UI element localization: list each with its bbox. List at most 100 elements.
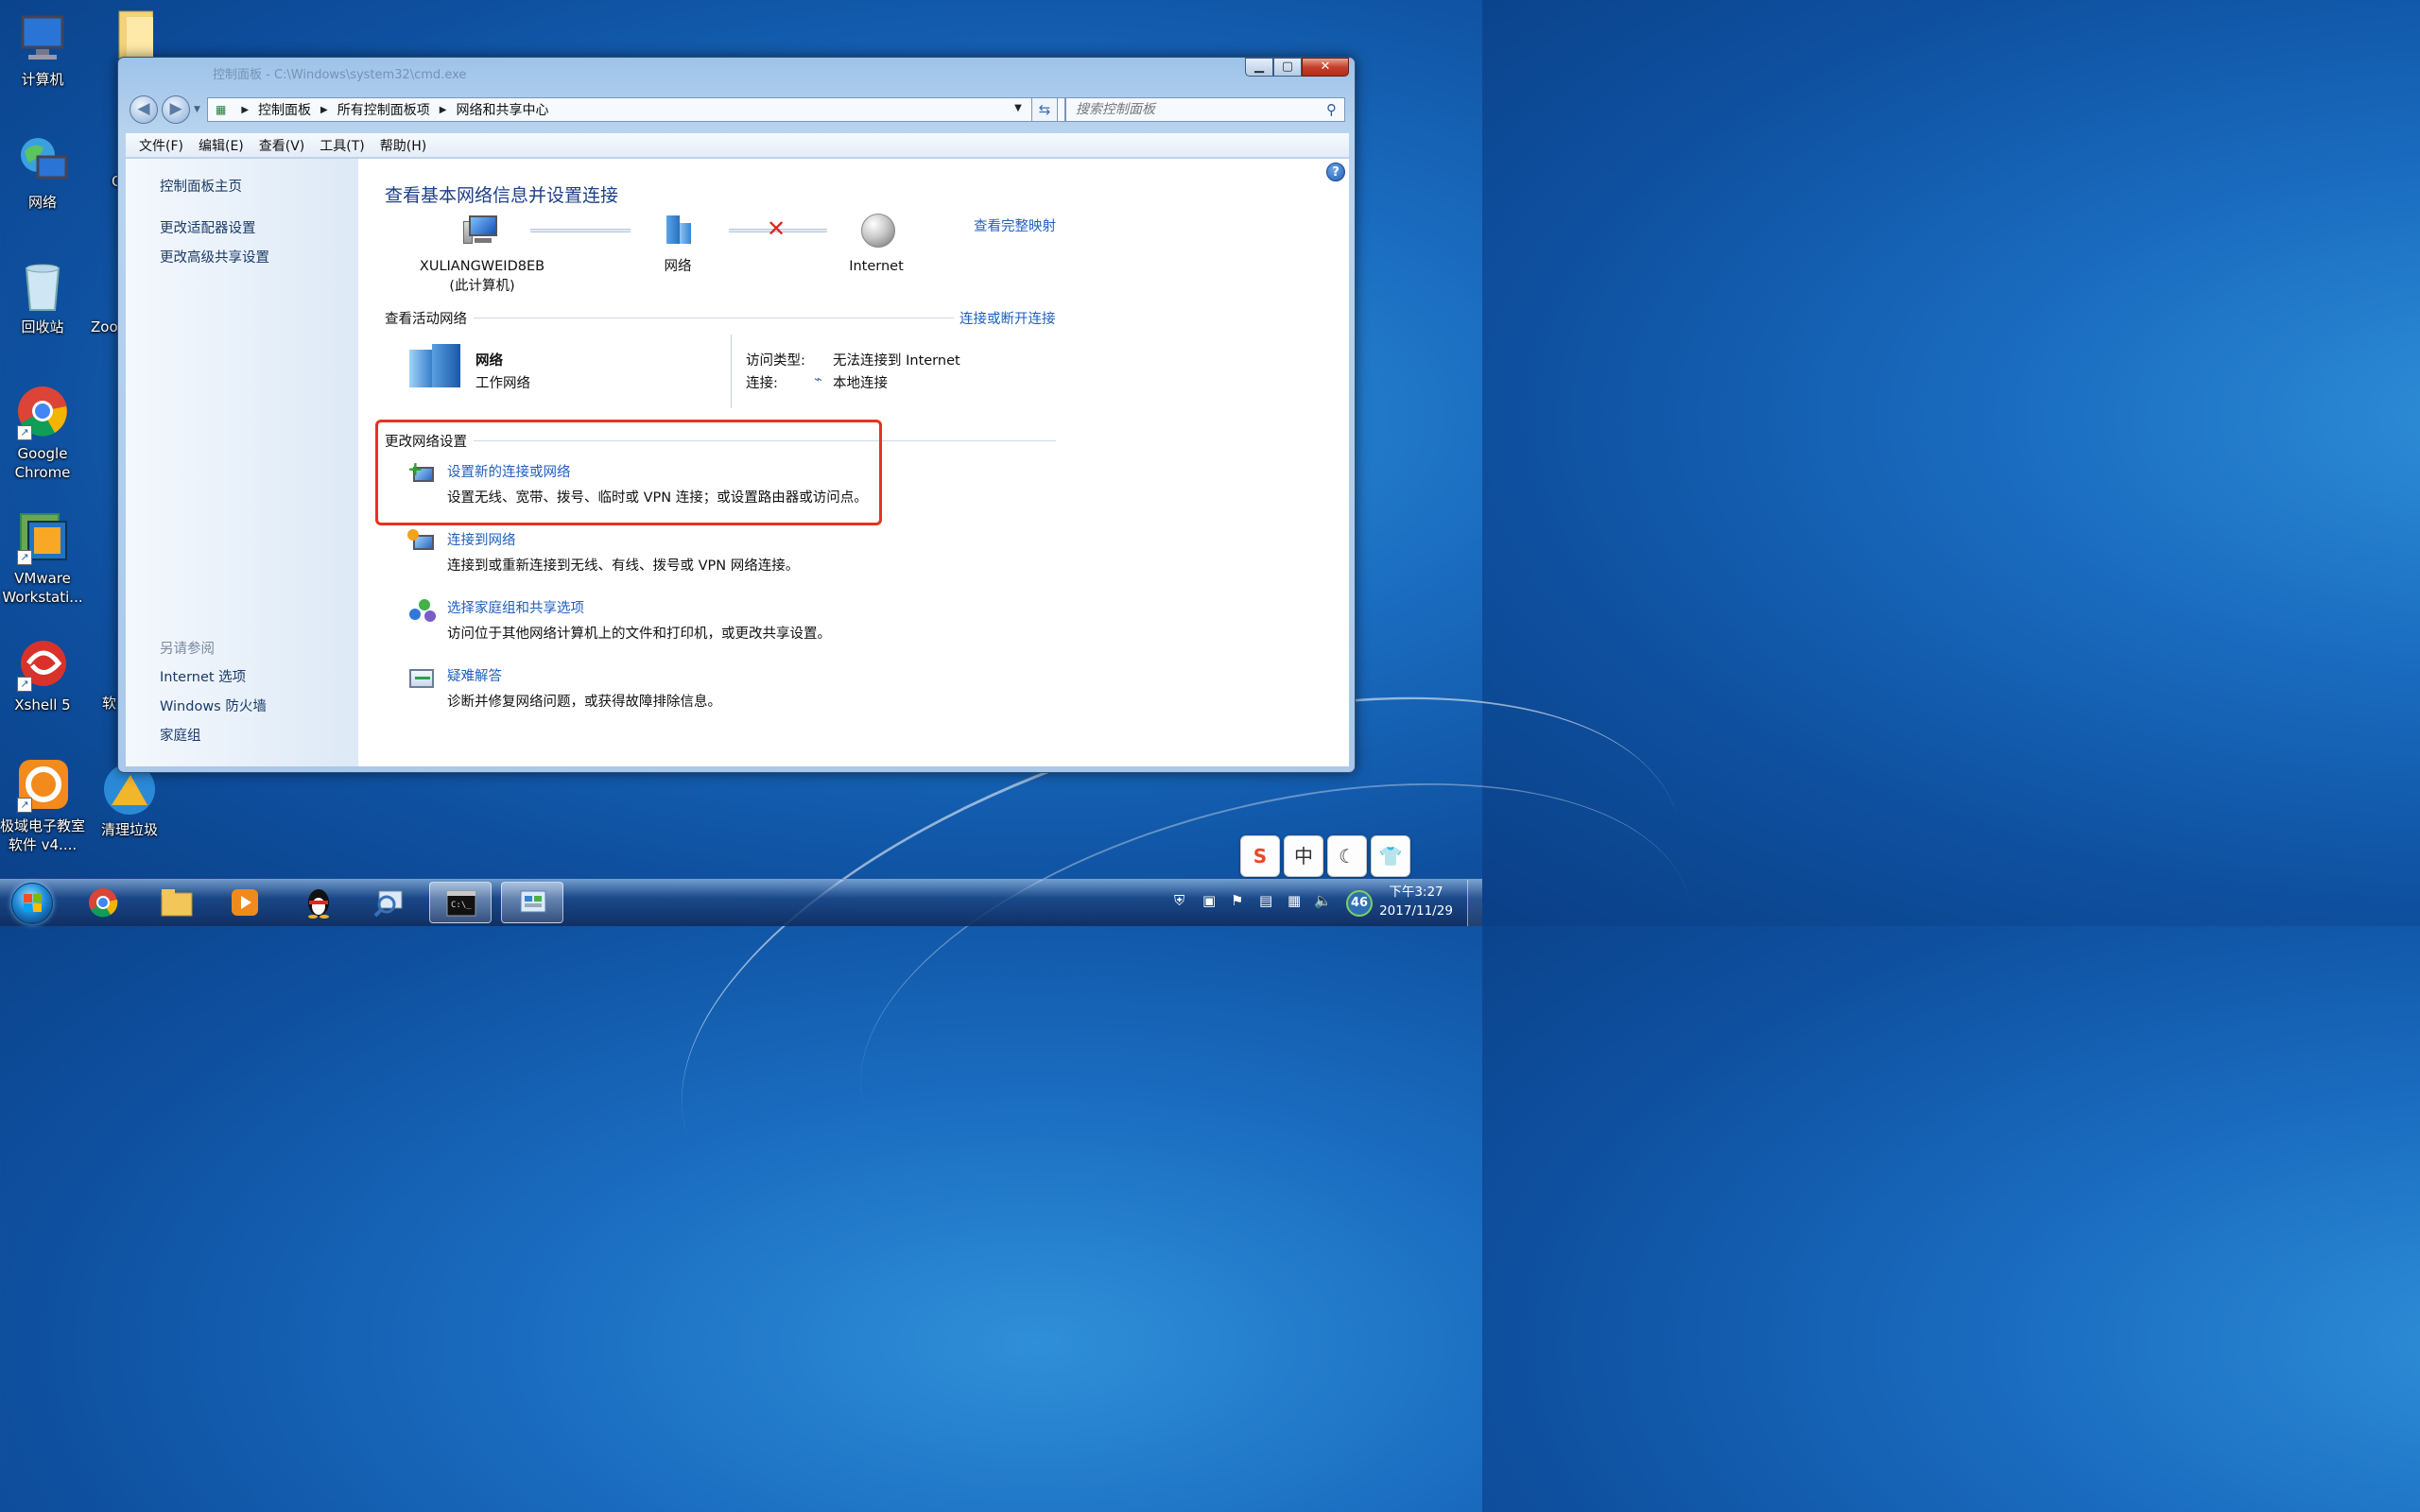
internet-node-label: Internet: [849, 259, 904, 274]
desktop-icon-chrome[interactable]: ↗ Google Chrome: [0, 386, 85, 482]
map-node-network[interactable]: 网络: [640, 212, 716, 277]
recent-pages-chevron-icon[interactable]: ▼: [194, 105, 200, 114]
internet-options-link[interactable]: Internet 选项: [160, 666, 246, 686]
menu-file[interactable]: 文件(F): [131, 136, 191, 155]
task-title[interactable]: 选择家庭组和共享选项: [447, 597, 584, 617]
breadcrumb-network-center[interactable]: 网络和共享中心: [456, 100, 548, 119]
menu-edit[interactable]: 编辑(E): [191, 136, 251, 155]
maximize-button[interactable]: ▢: [1273, 58, 1302, 77]
network-node-label: 网络: [664, 259, 692, 274]
clock-date: 2017/11/29: [1379, 903, 1453, 919]
minimize-button[interactable]: ▁: [1245, 58, 1273, 77]
local-connection-link[interactable]: 本地连接: [833, 372, 888, 392]
breadcrumb-all-items[interactable]: 所有控制面板项: [337, 100, 430, 119]
connections-label: 连接:: [746, 376, 778, 391]
network-disconnected-icon[interactable]: ▦: [1288, 892, 1301, 917]
computer-name: XULIANGWEID8EB: [419, 259, 545, 274]
network-type-link[interactable]: 工作网络: [475, 372, 530, 392]
task-title[interactable]: 连接到网络: [447, 529, 516, 549]
taskbar-media-player[interactable]: [214, 882, 276, 923]
desktop-icon-recycle-bin[interactable]: 回收站: [0, 259, 85, 336]
breadcrumb-separator-icon[interactable]: ▶: [241, 105, 249, 115]
address-dropdown-icon[interactable]: ▼: [1007, 97, 1029, 122]
search-icon[interactable]: ⚲: [1326, 101, 1337, 118]
search-input[interactable]: [1066, 98, 1303, 121]
window-ghost-title: 控制面板 - C:\Windows\system32\cmd.exe: [213, 68, 467, 82]
breadcrumb-separator-icon[interactable]: ▶: [320, 105, 328, 115]
tray-network-icon[interactable]: ▣: [1202, 892, 1216, 917]
menu-help[interactable]: 帮助(H): [372, 136, 434, 155]
taskbar-chrome[interactable]: [72, 882, 134, 923]
desktop-icon-label: VMware Workstati...: [2, 570, 83, 606]
arrow-right-icon: ▶: [169, 99, 182, 118]
cmd-icon: C:\_: [446, 888, 476, 919]
ime-skin-shirt-icon[interactable]: 👕: [1371, 835, 1410, 877]
connect-network-icon: [407, 529, 438, 558]
taskbar-qq[interactable]: [287, 882, 350, 923]
desktop-icon-cleanup[interactable]: 清理垃圾: [87, 762, 172, 839]
volume-icon[interactable]: 🔈: [1314, 892, 1332, 917]
change-adapter-settings-link[interactable]: 更改适配器设置: [160, 217, 256, 237]
tray-device-icon[interactable]: ▤: [1259, 892, 1272, 917]
see-also-heading: 另请参阅: [160, 642, 215, 657]
taskbar-clock[interactable]: 下午3:27 2017/11/29: [1376, 883, 1456, 920]
breadcrumb-control-panel[interactable]: 控制面板: [258, 100, 311, 119]
desktop-icon-xshell[interactable]: ↗ Xshell 5: [0, 637, 85, 714]
network-icon: [15, 134, 70, 189]
ime-chinese-mode-button[interactable]: 中: [1284, 835, 1323, 877]
svg-text:C:\_: C:\_: [451, 901, 472, 910]
map-node-computer[interactable]: XULIANGWEID8EB (此计算机): [419, 212, 545, 297]
ime-punctuation-moon-icon[interactable]: ☾: [1327, 835, 1367, 877]
access-type-value: 无法连接到 Internet: [833, 353, 960, 369]
connection-line: [530, 229, 631, 232]
menu-tools[interactable]: 工具(T): [312, 136, 372, 155]
recycle-bin-icon: [15, 259, 70, 314]
change-advanced-sharing-link[interactable]: 更改高级共享设置: [160, 247, 269, 266]
close-button[interactable]: ✕: [1302, 58, 1349, 77]
task-description: 访问位于其他网络计算机上的文件和打印机，或更改共享设置。: [447, 627, 831, 642]
magnifier-icon: [373, 887, 404, 918]
search-box[interactable]: ⚲: [1065, 97, 1345, 122]
homegroup-link[interactable]: 家庭组: [160, 725, 201, 745]
taskbar-control-panel[interactable]: [501, 882, 563, 923]
windows-logo-icon: [24, 894, 43, 913]
sogou-ime-icon[interactable]: S: [1240, 835, 1280, 877]
windows-firewall-link[interactable]: Windows 防火墙: [160, 696, 267, 715]
tray-badge-46[interactable]: 46: [1346, 890, 1373, 917]
start-button[interactable]: [11, 883, 53, 924]
back-button[interactable]: ◀: [130, 95, 158, 124]
taskbar-cmd[interactable]: C:\_: [429, 882, 492, 923]
connect-disconnect-link[interactable]: 连接或断开连接: [959, 308, 1056, 328]
desktop-icon-label: 回收站: [21, 318, 64, 335]
see-full-map-link[interactable]: 查看完整映射: [974, 215, 1056, 235]
computer-subtitle: (此计算机): [449, 279, 515, 294]
disconnected-x-icon[interactable]: ✕: [767, 215, 786, 242]
desktop-icon-vmware[interactable]: ↗ VMware Workstati...: [0, 510, 85, 607]
active-networks-heading: 查看活动网络: [385, 312, 467, 327]
task-title[interactable]: 疑难解答: [447, 665, 502, 685]
jiyu-icon: ↗: [15, 758, 70, 813]
control-panel-home-link[interactable]: 控制面板主页: [160, 176, 242, 196]
troubleshoot-icon: [407, 665, 438, 694]
desktop-icon-computer[interactable]: 计算机: [0, 11, 85, 89]
page-title: 查看基本网络信息并设置连接: [385, 185, 619, 206]
breadcrumb-separator-icon[interactable]: ▶: [440, 105, 447, 115]
refresh-button[interactable]: ⇆: [1031, 97, 1058, 122]
address-bar[interactable]: ▦ ▶ 控制面板 ▶ 所有控制面板项 ▶ 网络和共享中心: [207, 97, 1065, 122]
desktop-icon-jiyu[interactable]: ↗ 极域电子教室软件 v4....: [0, 758, 85, 854]
show-desktop-button[interactable]: [1467, 880, 1482, 926]
desktop-icon-network[interactable]: 网络: [0, 134, 85, 212]
map-node-internet[interactable]: Internet: [837, 212, 916, 277]
ethernet-plug-icon: ⌁: [814, 372, 822, 387]
taskbar-search-app[interactable]: [357, 882, 420, 923]
forward-button[interactable]: ▶: [162, 95, 190, 124]
action-center-flag-icon[interactable]: ⚑: [1231, 892, 1243, 917]
chrome-icon: [88, 887, 118, 918]
menu-view[interactable]: 查看(V): [251, 136, 313, 155]
computer-icon: [15, 11, 70, 66]
task-title[interactable]: 设置新的连接或网络: [447, 461, 571, 481]
task-description: 诊断并修复网络问题，或获得故障排除信息。: [447, 695, 721, 710]
network-sharing-center-window: 控制面板 - C:\Windows\system32\cmd.exe ▁ ▢ ✕…: [117, 57, 1356, 773]
taskbar-explorer[interactable]: [144, 882, 206, 923]
security-shield-icon[interactable]: ⛨: [1174, 892, 1184, 917]
